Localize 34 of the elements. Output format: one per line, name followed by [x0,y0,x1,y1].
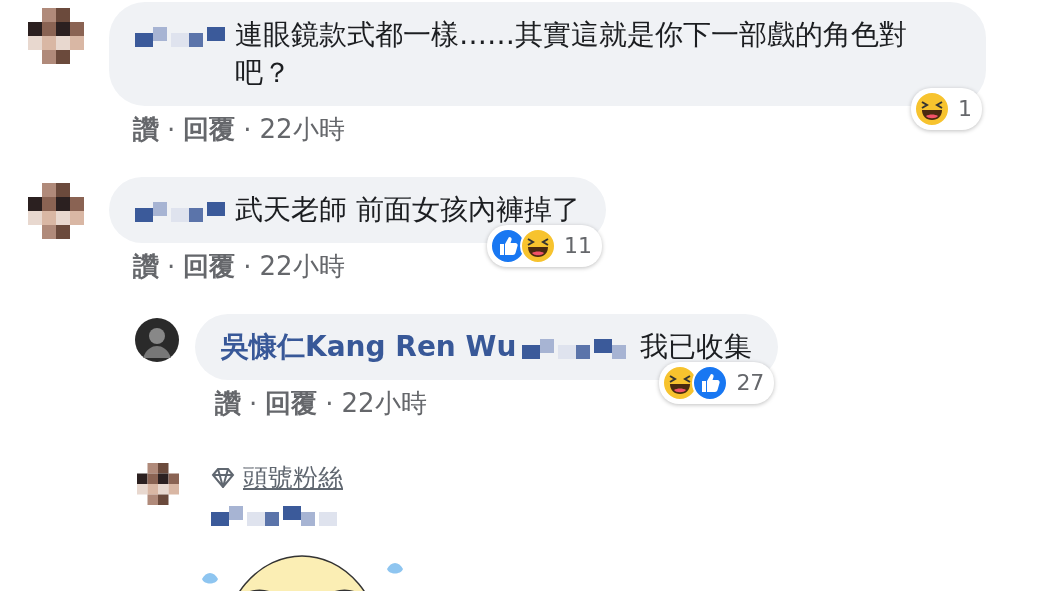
top-fan-badge[interactable]: 頭號粉絲 [243,461,343,494]
like-link[interactable]: 讚 [133,249,159,284]
separator-dot: · [167,251,176,282]
reaction-count: 1 [958,95,972,123]
laughing-reaction-icon [519,228,556,264]
pixelated-avatar [28,183,84,239]
laughing-reaction-icon [914,91,950,127]
comment-text: 武天老師 前面女孩內褲掉了 [235,192,580,228]
reply-link[interactable]: 回覆 [183,112,236,147]
reply-link[interactable]: 回覆 [183,249,236,284]
like-reaction-icon [692,365,729,401]
separator-dot: · [249,388,258,419]
reaction-badge[interactable]: 11 [486,225,602,267]
reaction-count: 11 [563,232,592,260]
like-link[interactable]: 讚 [133,112,159,147]
comment-time: 22小時 [341,387,427,420]
author-name[interactable]: 吳慷仁Kang Ren Wu [221,328,517,366]
separator-dot: · [325,388,334,419]
separator-dot: · [243,114,252,145]
like-link[interactable]: 讚 [215,386,241,421]
reaction-count: 27 [736,369,765,397]
separator-dot: · [167,114,176,145]
reaction-badge[interactable]: 27 [659,362,775,404]
reply-link[interactable]: 回覆 [265,386,318,421]
comment-time: 22小時 [259,250,345,283]
comment-time: 22小時 [259,113,345,146]
comment-text: 連眼鏡款式都一樣……其實這就是你下一部戲的角色對吧？ [235,17,908,91]
comment-text: 我已收集 [640,329,753,365]
diamond-icon [211,467,235,488]
reaction-badge[interactable]: 1 [911,88,982,130]
pixelated-avatar [28,8,84,64]
avatar [135,318,179,362]
pixelated-avatar [137,463,179,505]
separator-dot: · [243,251,252,282]
